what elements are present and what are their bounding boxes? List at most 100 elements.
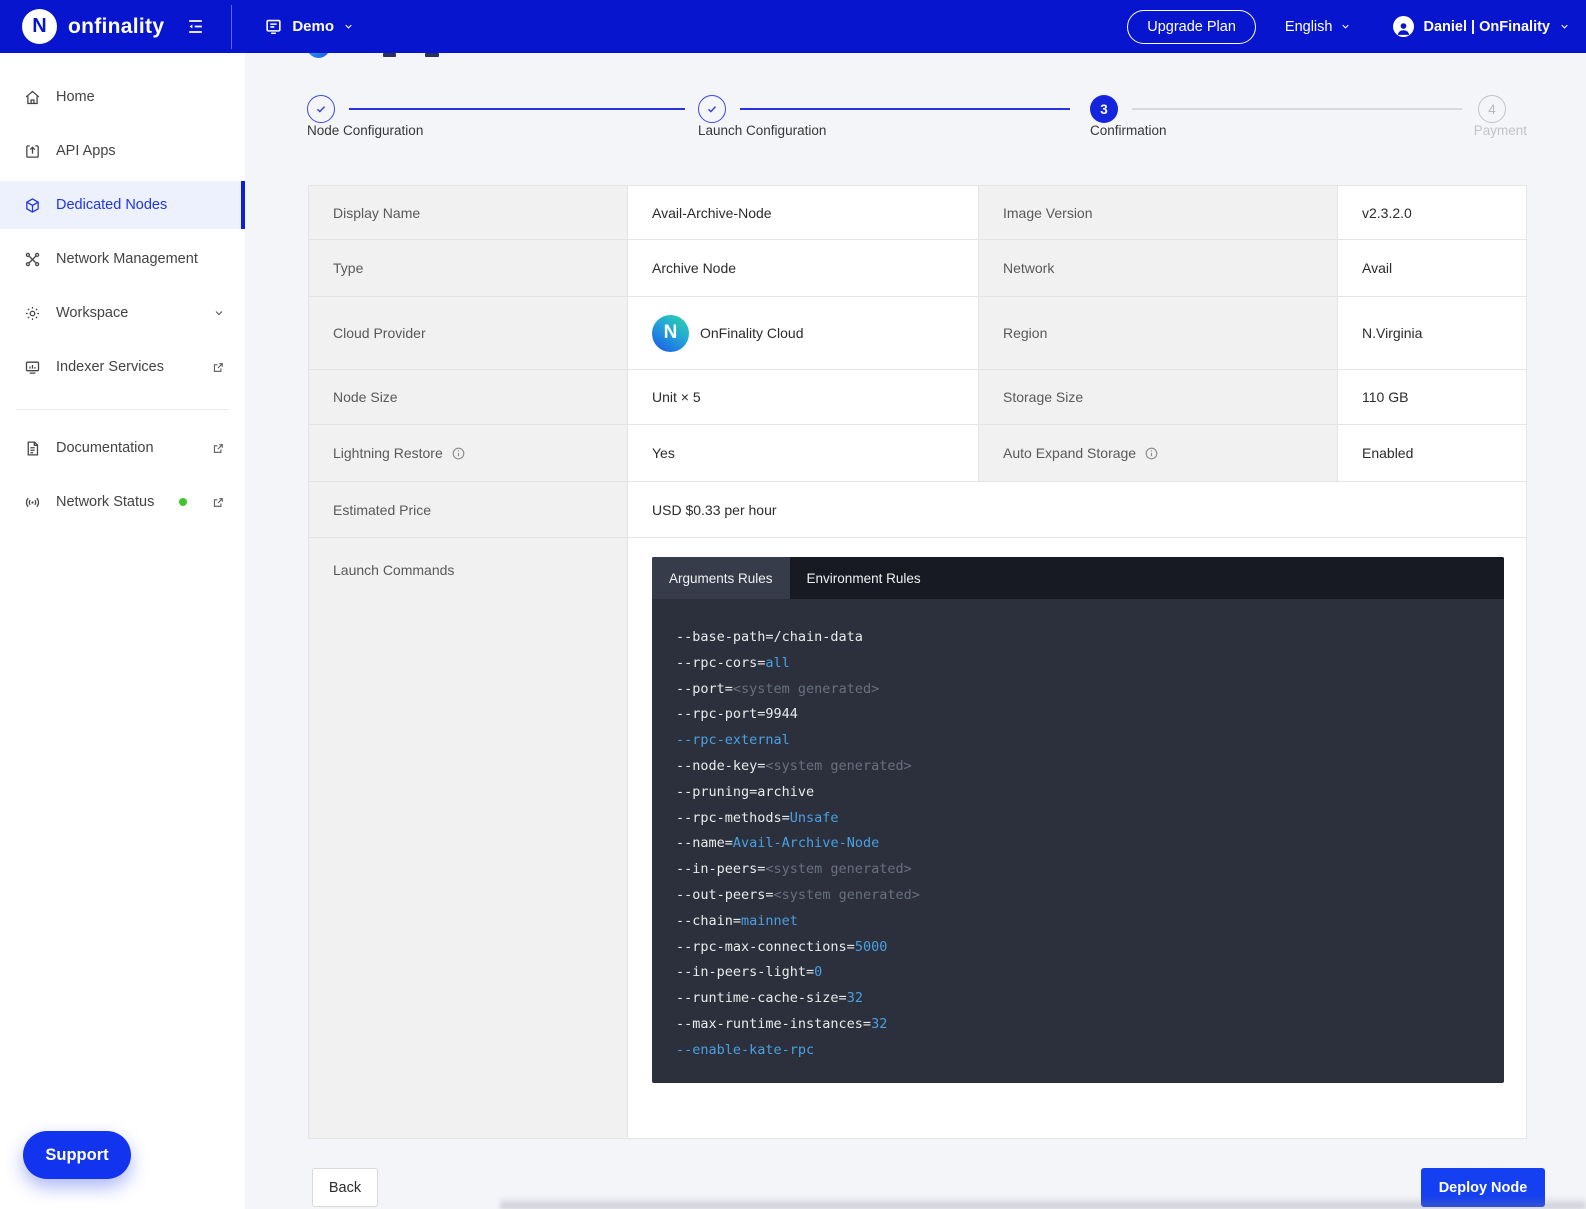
network-value: Avail <box>1338 240 1526 297</box>
row-label: Type <box>309 240 628 297</box>
workspace-switcher[interactable]: Demo <box>264 17 354 36</box>
code-line: --runtime-cache-size=32 <box>676 986 1480 1012</box>
language-selector[interactable]: English <box>1285 19 1352 35</box>
info-icon[interactable] <box>1144 446 1159 461</box>
brand-name: onfinality <box>68 15 164 39</box>
api-apps-icon <box>24 143 41 160</box>
storage-size-value: 110 GB <box>1338 370 1526 425</box>
code-line: --rpc-port=9944 <box>676 702 1480 728</box>
sidebar-item-label: Network Status <box>56 494 154 510</box>
step-4-label: Payment <box>1474 123 1527 138</box>
display-name-value: Avail-Archive-Node <box>628 186 979 240</box>
sidebar-item-workspace[interactable]: Workspace <box>0 289 245 337</box>
row-label: Network <box>979 240 1338 297</box>
code-line: --name=Avail-Archive-Node <box>676 831 1480 857</box>
sidebar-item-label: Documentation <box>56 440 154 456</box>
sidebar-item-api-apps[interactable]: API Apps <box>0 127 245 175</box>
step-3-circle: 3 <box>1090 95 1118 123</box>
back-button[interactable]: Back <box>312 1168 378 1207</box>
brand-logo[interactable]: N onfinality <box>0 9 164 44</box>
network-nodes-icon <box>24 251 41 268</box>
code-line: --in-peers-light=0 <box>676 960 1480 986</box>
code-line: --pruning=archive <box>676 780 1480 806</box>
sidebar-divider <box>16 409 229 410</box>
code-line: --port=<system generated> <box>676 677 1480 703</box>
code-line: --rpc-cors=all <box>676 651 1480 677</box>
sidebar-item-network-management[interactable]: Network Management <box>0 235 245 283</box>
sidebar-item-dedicated-nodes[interactable]: Dedicated Nodes <box>0 181 245 229</box>
arguments-code-block: --base-path=/chain-data--rpc-cors=all--p… <box>652 599 1504 1081</box>
row-label: Storage Size <box>979 370 1338 425</box>
step-connector <box>349 108 685 110</box>
sidebar: Home API Apps Dedicated Nodes Network Ma… <box>0 53 245 1209</box>
user-name: Daniel | OnFinality <box>1423 19 1550 35</box>
row-label: Image Version <box>979 186 1338 240</box>
lightning-restore-label: Lightning Restore <box>333 445 443 461</box>
sidebar-item-documentation[interactable]: Documentation <box>0 424 245 472</box>
workspace-name: Demo <box>292 18 334 35</box>
title-fragment <box>383 53 396 57</box>
row-label: Cloud Provider <box>309 297 628 370</box>
code-line: --chain=mainnet <box>676 909 1480 935</box>
code-line: --node-key=<system generated> <box>676 754 1480 780</box>
chevron-down-icon <box>1340 21 1351 32</box>
sidebar-item-indexer-services[interactable]: Indexer Services <box>0 343 245 391</box>
sidebar-item-label: API Apps <box>56 143 116 159</box>
row-label: Launch Commands <box>309 538 628 1138</box>
sidebar-item-label: Workspace <box>56 305 128 321</box>
code-line: --enable-kate-rpc <box>676 1038 1480 1064</box>
step-1-label: Node Configuration <box>307 123 423 138</box>
tab-arguments-rules[interactable]: Arguments Rules <box>652 557 790 599</box>
region-value: N.Virginia <box>1338 297 1526 370</box>
indexer-monitor-icon <box>24 359 41 376</box>
tab-environment-rules[interactable]: Environment Rules <box>790 557 938 599</box>
user-menu[interactable]: Daniel | OnFinality <box>1393 16 1570 37</box>
code-line: --in-peers=<system generated> <box>676 857 1480 883</box>
node-size-value: Unit × 5 <box>628 370 979 425</box>
sidebar-item-label: Network Management <box>56 251 198 267</box>
external-link-icon <box>212 496 225 509</box>
code-line: --rpc-methods=Unsafe <box>676 806 1480 832</box>
code-line: --out-peers=<system generated> <box>676 883 1480 909</box>
network-logo-partial-icon <box>307 53 330 58</box>
check-icon <box>314 102 328 116</box>
launch-commands-panel: Arguments Rules Environment Rules --base… <box>652 557 1504 1083</box>
sidebar-item-label: Dedicated Nodes <box>56 197 167 213</box>
step-2-label: Launch Configuration <box>698 123 826 138</box>
auto-expand-value: Enabled <box>1338 425 1526 482</box>
row-label: Region <box>979 297 1338 370</box>
code-line: --base-path=/chain-data <box>676 625 1480 651</box>
row-label: Auto Expand Storage <box>979 425 1338 482</box>
external-link-icon <box>212 361 225 374</box>
sidebar-collapse-button[interactable] <box>186 17 205 36</box>
main-content: 3 4 Node Configuration Launch Configurat… <box>245 53 1586 1209</box>
lightning-restore-value: Yes <box>628 425 979 482</box>
workspace-icon <box>264 17 283 36</box>
row-label: Node Size <box>309 370 628 425</box>
deploy-node-button[interactable]: Deploy Node <box>1421 1168 1545 1207</box>
status-dot-green <box>179 498 187 506</box>
image-version-value: v2.3.2.0 <box>1338 186 1526 240</box>
sidebar-item-label: Indexer Services <box>56 359 164 375</box>
info-icon[interactable] <box>451 446 466 461</box>
upgrade-plan-button[interactable]: Upgrade Plan <box>1127 10 1256 44</box>
type-value: Archive Node <box>628 240 979 297</box>
sidebar-item-home[interactable]: Home <box>0 73 245 121</box>
chevron-down-icon <box>213 307 225 319</box>
chevron-down-icon <box>1559 21 1570 32</box>
step-connector <box>1132 108 1462 110</box>
chevron-down-icon <box>343 21 354 32</box>
estimated-price-value: USD $0.33 per hour <box>628 482 1526 538</box>
step-3-label: Confirmation <box>1090 123 1167 138</box>
gear-icon <box>24 305 41 322</box>
user-avatar-icon <box>1393 16 1414 37</box>
broadcast-icon <box>24 494 41 511</box>
check-icon <box>705 102 719 116</box>
sidebar-item-network-status[interactable]: Network Status <box>0 478 245 526</box>
cloud-provider-name: OnFinality Cloud <box>700 325 804 341</box>
onfinality-logo-icon: N <box>22 9 57 44</box>
sidebar-item-label: Home <box>56 89 95 105</box>
row-label: Display Name <box>309 186 628 240</box>
support-button[interactable]: Support <box>23 1131 131 1179</box>
cube-icon <box>24 197 41 214</box>
